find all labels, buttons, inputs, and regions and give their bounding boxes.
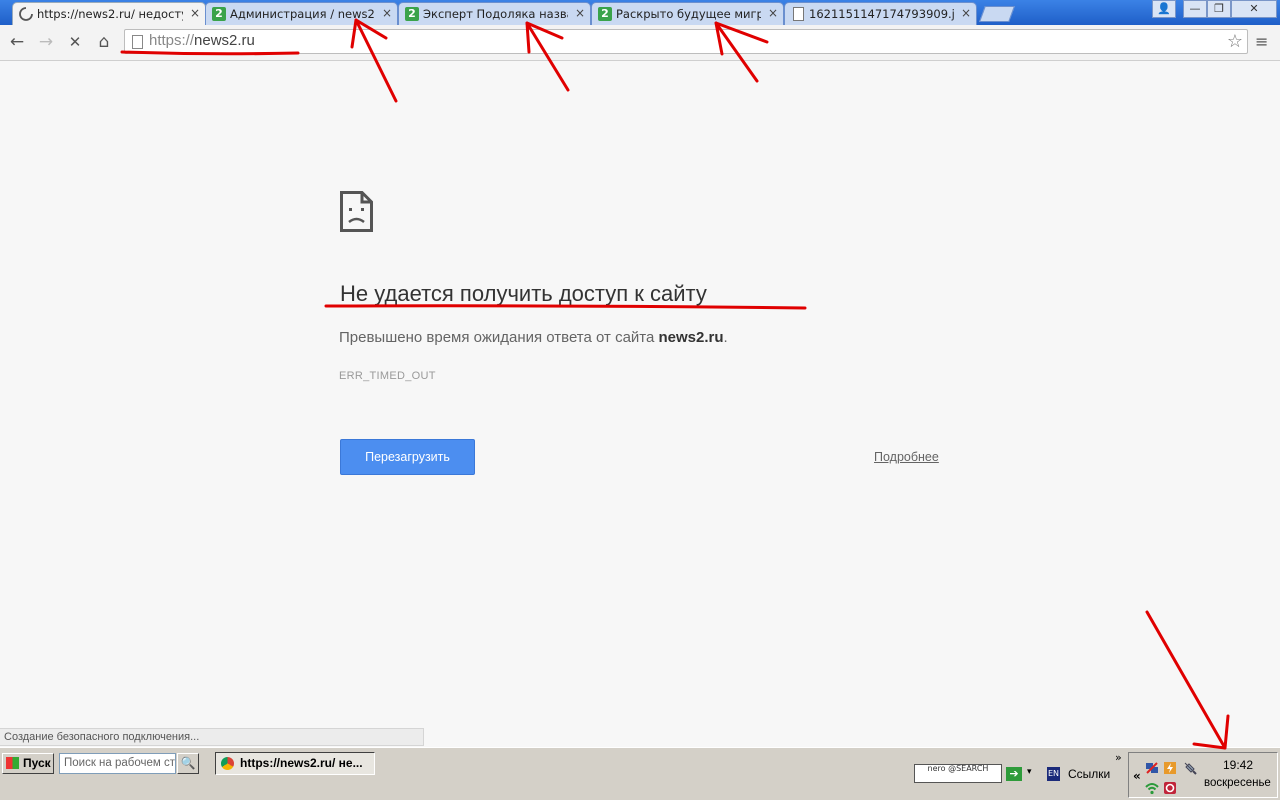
sad-page-icon (340, 191, 373, 232)
taskbar-item-chrome[interactable]: https://news2.ru/ не... (215, 752, 375, 775)
tray-expand-icon[interactable]: « (1133, 769, 1141, 783)
tab-title: Раскрыто будущее мигран (616, 7, 761, 21)
close-window-button[interactable]: ✕ (1231, 0, 1277, 18)
language-indicator[interactable]: EN (1047, 767, 1060, 781)
system-tray: « (1128, 752, 1278, 798)
tab-migrant-future[interactable]: 2 Раскрыто будущее мигран × (591, 2, 784, 25)
tab-jpg-image[interactable]: 1621151147174793909.jpg ( × (784, 2, 977, 25)
error-code: ERR_TIMED_OUT (339, 370, 436, 382)
news2-favicon-icon: 2 (212, 7, 226, 21)
tab-close-icon[interactable]: × (961, 6, 971, 20)
tab-title: Эксперт Подоляка назвал (423, 7, 568, 21)
bookmark-star-icon[interactable]: ☆ (1227, 31, 1243, 52)
minimize-button[interactable]: — (1183, 0, 1207, 18)
tab-close-icon[interactable]: × (575, 6, 585, 20)
network-icon[interactable] (1145, 761, 1159, 775)
tab-strip: https://news2.ru/ недоступе × 2 Админист… (0, 0, 1280, 26)
new-tab-button[interactable] (979, 6, 1015, 22)
home-button[interactable]: ⌂ (93, 31, 115, 53)
address-bar[interactable]: https://news2.ru ☆ (124, 29, 1248, 54)
power-icon[interactable] (1163, 761, 1177, 775)
tab-title: https://news2.ru/ недоступе (37, 7, 183, 21)
antivirus-icon[interactable] (1163, 781, 1177, 795)
clock-time[interactable]: 19:42 (1223, 758, 1253, 772)
dropdown-arrow-icon[interactable]: ▾ (1027, 767, 1032, 777)
url-text: https://news2.ru (149, 32, 255, 49)
news2-favicon-icon: 2 (405, 7, 419, 21)
search-icon[interactable]: 🔍 (177, 753, 199, 774)
loading-spinner-icon (19, 7, 33, 21)
links-more-icon[interactable]: » (1115, 751, 1122, 764)
tab-close-icon[interactable]: × (190, 6, 200, 20)
tab-title: 1621151147174793909.jpg ( (809, 7, 954, 21)
go-arrow-icon[interactable]: ➔ (1006, 767, 1022, 781)
windows-logo-icon (6, 757, 19, 769)
status-bubble: Создание безопасного подключения... (0, 728, 424, 746)
tab-close-icon[interactable]: × (382, 6, 392, 20)
nero-search-logo[interactable]: nero @SEARCH (914, 764, 1002, 783)
menu-icon[interactable]: ≡ (1255, 32, 1268, 51)
reload-button[interactable]: Перезагрузить (340, 439, 475, 475)
links-toolbar[interactable]: Ссылки (1068, 767, 1110, 781)
windows-taskbar: Пуск Поиск на рабочем сто 🔍 https://news… (0, 747, 1280, 800)
clock-day: воскресенье (1204, 777, 1271, 789)
tab-close-icon[interactable]: × (768, 6, 778, 20)
wifi-icon[interactable] (1145, 781, 1159, 795)
user-icon[interactable]: 👤 (1152, 0, 1176, 18)
tab-news2-unavailable[interactable]: https://news2.ru/ недоступе × (12, 2, 206, 26)
start-button[interactable]: Пуск (2, 753, 54, 774)
device-icon[interactable] (1183, 761, 1197, 775)
tab-title: Администрация / news2.ru (230, 7, 375, 21)
taskbar-item-label: https://news2.ru/ не... (240, 756, 363, 770)
chrome-icon (221, 757, 234, 770)
page-icon (132, 35, 143, 49)
annotation-overlay (120, 18, 1230, 750)
error-description: Превышено время ожидания ответа от сайта… (339, 329, 728, 346)
document-icon (793, 7, 804, 21)
forward-button[interactable]: → (35, 31, 57, 53)
news2-favicon-icon: 2 (598, 7, 612, 21)
desktop-search-input[interactable]: Поиск на рабочем сто (59, 753, 176, 774)
restore-button[interactable]: ❐ (1207, 0, 1231, 18)
browser-toolbar: ← → ✕ ⌂ https://news2.ru ☆ ≡ (0, 25, 1280, 61)
annotation-arrow-clock (1145, 610, 1230, 750)
start-label: Пуск (23, 756, 51, 770)
details-link[interactable]: Подробнее (874, 450, 939, 464)
tab-expert-podolyaka[interactable]: 2 Эксперт Подоляка назвал × (398, 2, 591, 25)
error-title: Не удается получить доступ к сайту (340, 281, 707, 306)
back-button[interactable]: ← (6, 31, 28, 53)
stop-button[interactable]: ✕ (64, 31, 86, 53)
tab-administration[interactable]: 2 Администрация / news2.ru × (205, 2, 398, 25)
